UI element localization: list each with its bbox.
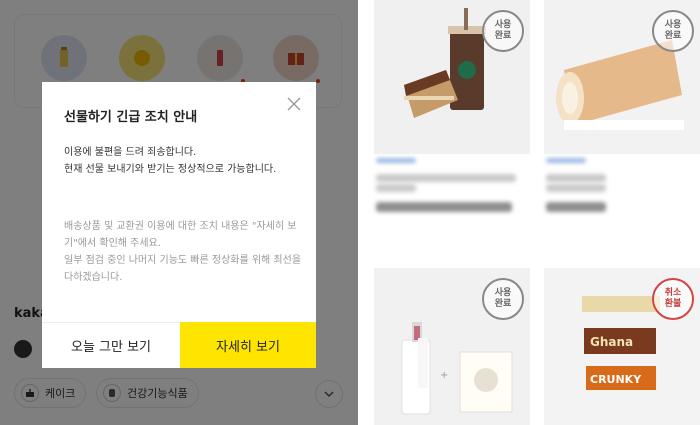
modal-title: 선물하기 긴급 조치 안내 [64,110,198,125]
gift-tile[interactable]: Ghana CRUNKY 취소 환불 [544,268,700,425]
blurred-date [376,202,512,212]
blurred-title [376,184,416,192]
modal-sub-message: 배송상품 및 교환권 이용에 대한 조치 내용은 "자세히 보기"에서 확인해 … [64,221,302,283]
blurred-brand [376,158,416,163]
gift-tile[interactable]: 사용 완료 [374,0,530,154]
blurred-title [546,174,606,182]
modal-message: 이용에 불편을 드려 죄송합니다. 현재 선물 보내기와 받기는 정상적으로 가… [64,147,277,175]
svg-text:+: + [440,370,448,381]
dismiss-today-button[interactable]: 오늘 그만 보기 [42,322,180,368]
blurred-date [546,202,606,212]
svg-text:CRUNKY: CRUNKY [590,373,642,386]
close-icon[interactable] [286,96,302,112]
gift-tile[interactable]: 사용 완료 [544,0,700,154]
gift-tile[interactable]: + 사용 완료 [374,268,530,425]
svg-text:Ghana: Ghana [590,335,633,349]
stamp-refunded: 취소 환불 [652,278,694,320]
stamp-used: 사용 완료 [652,10,694,52]
view-details-button[interactable]: 자세히 보기 [180,322,316,368]
notice-modal: 선물하기 긴급 조치 안내 이용에 불편을 드려 죄송합니다. 현재 선물 보내… [42,82,316,368]
blurred-brand [546,158,586,163]
blurred-title [376,174,516,182]
blurred-title [546,184,606,192]
gift-box-panel: 사용 완료 사용 완료 + 사용 완료 Ghana CRUNKY 취소 환불 [358,0,700,425]
stamp-used: 사용 완료 [482,278,524,320]
stamp-used: 사용 완료 [482,10,524,52]
